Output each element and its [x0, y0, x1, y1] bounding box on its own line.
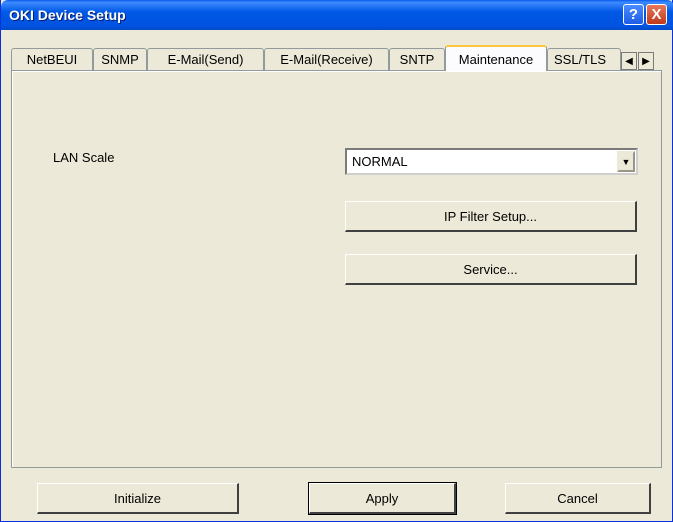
button-label: Service... [463, 261, 518, 277]
tab-label: NetBEUI [26, 52, 78, 67]
cancel-button[interactable]: Cancel [505, 483, 651, 514]
tab-label: E-Mail(Send) [167, 52, 244, 67]
dialog-window: OKI Device Setup ? X NetBEUI SNMP E-Mail… [0, 0, 673, 522]
chevron-down-icon: ▼ [621, 156, 631, 167]
dropdown-button[interactable]: ▼ [617, 151, 635, 172]
title-bar[interactable]: OKI Device Setup ? X [1, 0, 673, 30]
arrow-left-icon: ◀ [625, 55, 633, 67]
tab-label: E-Mail(Receive) [280, 52, 373, 67]
lan-scale-select[interactable]: NORMAL ▼ [345, 148, 638, 175]
tab-label: SNTP [399, 52, 435, 67]
help-icon: ? [628, 6, 639, 23]
tab-scroll-left-button[interactable]: ◀ [621, 52, 637, 70]
tab-snmp[interactable]: SNMP [93, 48, 147, 70]
close-icon: X [651, 6, 662, 23]
button-label: Initialize [114, 490, 161, 506]
tab-email-receive[interactable]: E-Mail(Receive) [264, 48, 389, 70]
initialize-button[interactable]: Initialize [37, 483, 239, 514]
tab-sntp[interactable]: SNTP [389, 48, 445, 70]
tab-maintenance[interactable]: Maintenance [445, 45, 547, 71]
lan-scale-value: NORMAL [352, 154, 408, 169]
button-label: IP Filter Setup... [444, 208, 537, 224]
button-label: Cancel [557, 490, 598, 506]
tab-label: Maintenance [458, 51, 534, 67]
window-title: OKI Device Setup [9, 7, 126, 23]
arrow-right-icon: ▶ [642, 55, 650, 67]
tab-ssl-tls[interactable]: SSL/TLS [547, 48, 621, 70]
apply-button[interactable]: Apply [308, 482, 457, 515]
help-button[interactable]: ? [623, 4, 644, 25]
ip-filter-setup-button[interactable]: IP Filter Setup... [345, 201, 637, 232]
lan-scale-label: LAN Scale [53, 150, 115, 165]
service-button[interactable]: Service... [345, 254, 637, 285]
tab-email-send[interactable]: E-Mail(Send) [147, 48, 264, 70]
tab-label: SSL/TLS [554, 52, 607, 67]
close-button[interactable]: X [646, 4, 667, 25]
tab-label: SNMP [101, 52, 139, 67]
tab-netbeui[interactable]: NetBEUI [11, 48, 93, 70]
button-label: Apply [365, 490, 399, 506]
tab-scroll-right-button[interactable]: ▶ [638, 52, 654, 70]
